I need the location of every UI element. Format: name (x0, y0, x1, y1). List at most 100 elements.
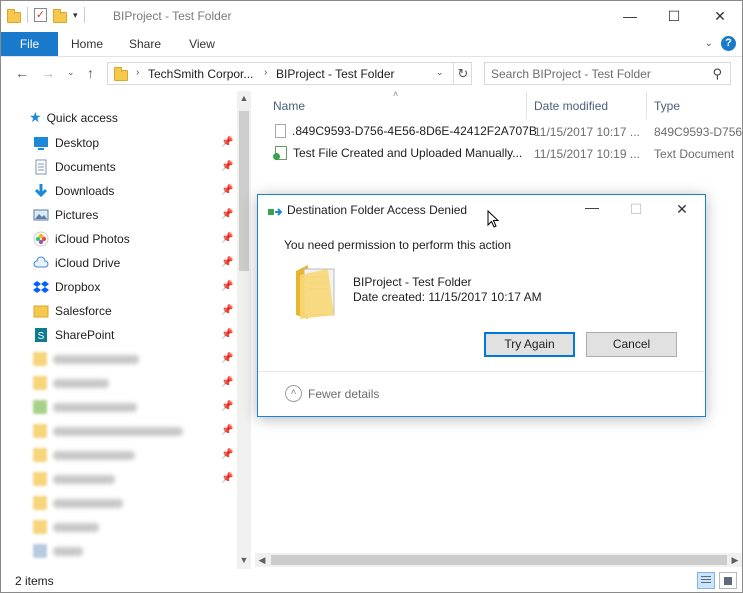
sidebar-item-desktop[interactable]: Desktop (33, 132, 99, 154)
folder-name: BIProject - Test Folder (353, 275, 472, 289)
pin-icon: 📌 (221, 473, 234, 484)
breadcrumb-item[interactable]: BIProject - Test Folder (276, 67, 395, 81)
sort-ascending-icon: ˄ (393, 89, 399, 99)
ribbon-controls: ⌄ ? (705, 36, 736, 51)
up-arrow-icon[interactable]: ↑ (87, 65, 94, 81)
column-header-date-modified[interactable]: Date modified (534, 95, 608, 117)
address-bar[interactable]: › TechSmith Corpor... › BIProject - Test… (107, 62, 472, 85)
properties-icon[interactable]: ✓ (34, 8, 47, 22)
dialog-minimize-button[interactable]: — (572, 195, 612, 219)
minimize-button[interactable]: — (607, 1, 653, 32)
breadcrumb-item[interactable]: TechSmith Corpor... (148, 67, 253, 81)
search-input[interactable] (491, 65, 701, 82)
pin-icon[interactable]: 📌 (221, 185, 233, 196)
details-view-button[interactable] (697, 572, 715, 589)
sidebar-item-sharepoint[interactable]: S SharePoint (33, 324, 114, 346)
sidebar-item-downloads[interactable]: Downloads (33, 180, 114, 202)
sidebar-item-label: Pictures (55, 208, 99, 222)
scroll-up-icon[interactable]: ▲ (237, 93, 251, 103)
redacted-sidebar-item (33, 448, 135, 462)
redacted-sidebar-item (33, 544, 83, 558)
chevron-down-icon[interactable]: ⌄ (436, 67, 444, 78)
tab-view[interactable]: View (178, 32, 226, 56)
pin-icon[interactable]: 📌 (221, 137, 233, 148)
table-row[interactable]: Test File Created and Uploaded Manually.… (273, 143, 742, 163)
address-row: ← → ⌄ ↑ › TechSmith Corpor... › BIProjec… (1, 57, 742, 91)
column-divider[interactable] (646, 91, 647, 119)
scrollbar-thumb[interactable] (239, 111, 249, 271)
pin-icon: 📌 (221, 401, 234, 412)
breadcrumb-separator-icon[interactable]: › (264, 67, 267, 78)
help-icon[interactable]: ? (721, 36, 736, 51)
downloads-icon (33, 183, 49, 199)
scroll-left-icon[interactable]: ◀ (255, 553, 269, 567)
scroll-right-icon[interactable]: ▶ (728, 553, 742, 567)
window-title: BIProject - Test Folder (113, 9, 232, 23)
quick-access-item[interactable]: ★ Quick access (29, 109, 118, 126)
sidebar-item-label: iCloud Drive (55, 256, 121, 270)
maximize-button[interactable]: ☐ (651, 1, 697, 32)
sidebar-item-icloud-photos[interactable]: iCloud Photos (33, 228, 130, 250)
column-header-type[interactable]: Type (654, 95, 680, 117)
sidebar-item-label: Desktop (55, 136, 100, 150)
recent-locations-icon[interactable]: ⌄ (67, 67, 75, 78)
fewer-details-toggle[interactable]: ˄ Fewer details (285, 385, 379, 402)
sidebar-item-label: Downloads (55, 184, 115, 198)
file-type: 849C9593-D756-4... (654, 125, 743, 139)
column-divider[interactable] (526, 91, 527, 119)
column-header-name[interactable]: Name (273, 95, 305, 117)
sidebar-item-dropbox[interactable]: Dropbox (33, 276, 100, 298)
tab-share[interactable]: Share (121, 32, 169, 56)
pin-icon[interactable]: 📌 (221, 233, 233, 244)
tab-file[interactable]: File (1, 32, 58, 56)
content-scrollbar[interactable]: ◀ ▶ (255, 553, 742, 567)
search-icon[interactable]: ⚲ (712, 66, 722, 82)
redacted-sidebar-item (33, 496, 123, 510)
pin-icon[interactable]: 📌 (221, 329, 233, 340)
sidebar-item-pictures[interactable]: Pictures (33, 204, 98, 226)
tab-home[interactable]: Home (63, 32, 111, 56)
forward-arrow-icon[interactable]: → (41, 65, 55, 81)
sidebar-item-documents[interactable]: Documents (33, 156, 116, 178)
toolbar-divider (83, 7, 85, 23)
try-again-button[interactable]: Try Again (484, 332, 575, 357)
pin-icon[interactable]: 📌 (221, 281, 233, 292)
file-date: 11/15/2017 10:19 ... (534, 147, 640, 161)
customize-toolbar-icon[interactable]: ▾ (73, 10, 78, 21)
pictures-icon (33, 207, 49, 223)
sidebar-item-label: Documents (55, 160, 116, 174)
quick-access-toolbar: ✓ ▾ (7, 7, 85, 23)
desktop-icon (33, 135, 49, 151)
status-bar: 2 items (1, 569, 742, 592)
dialog-close-button[interactable]: ✕ (662, 197, 702, 221)
file-type: Text Document (654, 147, 735, 161)
scroll-down-icon[interactable]: ▼ (237, 555, 251, 565)
file-name-cell: .849C9593-D756-4E56-8D6E-42412F2A707B (275, 124, 537, 138)
new-folder-icon[interactable] (53, 8, 67, 23)
pin-icon[interactable]: 📌 (221, 209, 233, 220)
redacted-sidebar-item (33, 520, 99, 534)
navpane-scrollbar[interactable]: ▲ ▼ (237, 91, 251, 569)
cancel-button[interactable]: Cancel (586, 332, 677, 357)
sidebar-item-salesforce[interactable]: Salesforce (33, 300, 112, 322)
close-button[interactable]: ✕ (697, 1, 743, 32)
pin-icon: 📌 (221, 425, 234, 436)
large-icons-view-button[interactable] (719, 572, 737, 589)
sidebar-item-label: Dropbox (55, 280, 101, 294)
chevron-down-icon[interactable]: ⌄ (705, 38, 713, 49)
pin-icon[interactable]: 📌 (221, 305, 233, 316)
access-denied-dialog: Destination Folder Access Denied — ☐ ✕ Y… (257, 194, 706, 417)
details-view-icon (701, 576, 711, 585)
refresh-icon[interactable]: ↻ (453, 63, 472, 84)
item-count: 2 items (15, 574, 54, 588)
breadcrumb-separator-icon[interactable]: › (136, 67, 139, 78)
toolbar-divider (27, 7, 28, 23)
pin-icon[interactable]: 📌 (221, 161, 233, 172)
pin-icon[interactable]: 📌 (221, 257, 233, 268)
dialog-title-bar: Destination Folder Access Denied — ☐ ✕ (258, 195, 705, 225)
back-arrow-icon[interactable]: ← (15, 65, 29, 81)
table-row[interactable]: .849C9593-D756-4E56-8D6E-42412F2A707B 11… (275, 121, 743, 141)
scrollbar-thumb[interactable] (271, 555, 727, 565)
pin-icon: 📌 (221, 449, 234, 460)
sidebar-item-icloud-drive[interactable]: iCloud Drive (33, 252, 120, 274)
